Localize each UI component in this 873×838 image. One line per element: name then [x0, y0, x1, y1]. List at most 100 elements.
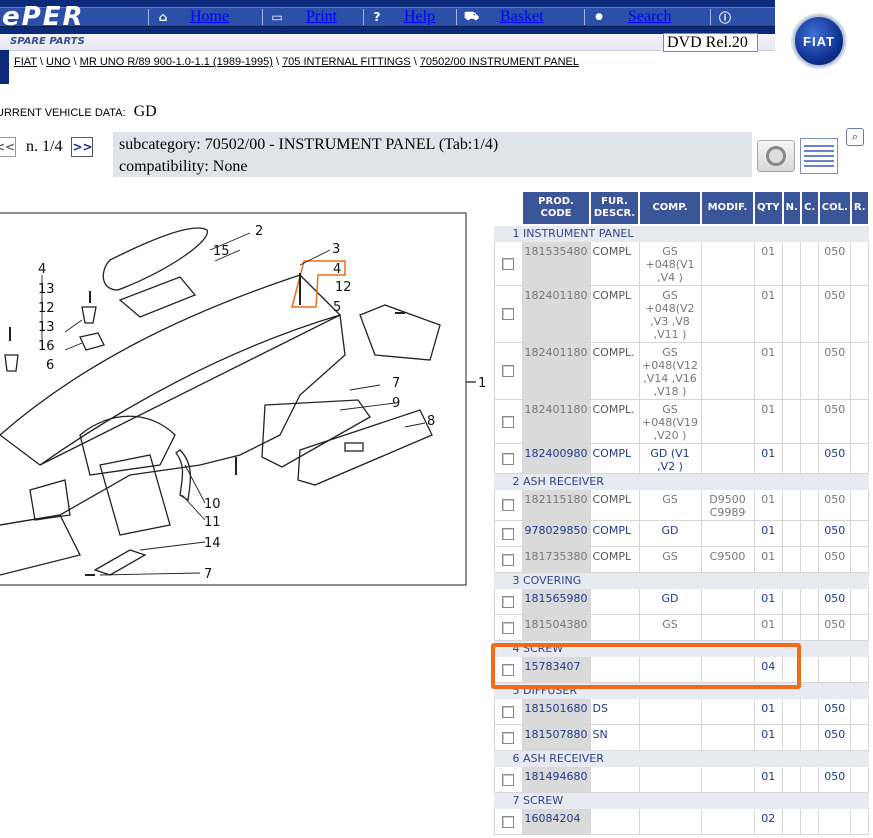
prod-code-cell[interactable]: 182400980: [521, 442, 591, 474]
nav-search-link[interactable]: Search: [628, 8, 672, 26]
clip-13a: [81, 306, 97, 324]
fur-descr-cell: COMPL: [589, 519, 640, 547]
modif-cell: C9500: [700, 545, 755, 573]
nav-separator: [262, 9, 263, 25]
select-checkbox[interactable]: [501, 595, 514, 608]
nav-info[interactable]: ⓘ: [718, 8, 732, 26]
table-row[interactable]: 182115180 COMPL GS D9500 C9989 01 050: [493, 488, 870, 521]
table-row[interactable]: 181565980 GD 01 050: [493, 587, 870, 615]
table-row[interactable]: 182401180 COMPL. GS +048(V12 ,V14 ,V16 ,V1…: [493, 341, 870, 400]
prod-code-cell: 182401180: [521, 341, 591, 400]
group-title: 1 INSTRUMENT PANEL: [493, 224, 870, 242]
table-row[interactable]: 978029850 COMPL GD 01 050: [493, 519, 870, 547]
select-checkbox[interactable]: [501, 257, 514, 270]
comp-cell: GS +048(V1 ,V4 ): [638, 240, 702, 286]
prod-code-cell[interactable]: 16084204: [521, 807, 591, 835]
table-row[interactable]: 182401180 COMPL GS +048(V2 ,V3 ,V8 ,V11 ) 0…: [493, 284, 870, 343]
prod-code-cell[interactable]: 978029850: [521, 519, 591, 547]
nav-home[interactable]: ⌂ Home: [156, 8, 229, 26]
diagram-callout: 12: [335, 280, 352, 295]
breadcrumb-fiat[interactable]: FIAT: [14, 56, 37, 68]
c-cell: [800, 488, 820, 521]
table-row[interactable]: 181504380 GS 01 050: [493, 613, 870, 641]
select-checkbox[interactable]: [501, 308, 514, 320]
nav-print-link[interactable]: Print: [306, 8, 337, 26]
select-checkbox[interactable]: [501, 731, 514, 744]
diagram-callout: 14: [204, 536, 221, 551]
row-select: [493, 240, 523, 286]
vehicle-label: URRENT VEHICLE DATA:: [0, 107, 126, 119]
select-checkbox[interactable]: [501, 553, 514, 566]
prod-code-cell[interactable]: 15783407: [521, 655, 591, 683]
section-bar: SPARE PARTS: [0, 34, 775, 51]
select-checkbox[interactable]: [501, 621, 514, 634]
n-cell: [782, 519, 802, 547]
nav-print[interactable]: ▭ Print: [270, 8, 337, 26]
nav-home-link[interactable]: Home: [190, 8, 229, 26]
glove-box: [261, 399, 371, 468]
n-cell: [782, 240, 802, 286]
nav-search[interactable]: ● Search: [592, 8, 672, 26]
prod-code-cell[interactable]: 181565980: [521, 587, 591, 615]
table-row[interactable]: 181735380 COMPL GS C9500 01 050: [493, 545, 870, 573]
modif-cell: [700, 807, 755, 835]
select-checkbox[interactable]: [501, 452, 514, 465]
table-row[interactable]: 182400980 COMPL GD (V1 ,V2 ) 01 050: [493, 442, 870, 474]
prod-code-cell[interactable]: 181501680: [521, 697, 591, 725]
zoom-icon[interactable]: ⌕: [846, 128, 864, 146]
wheel-icon: [766, 146, 786, 166]
select-checkbox[interactable]: [501, 527, 514, 540]
comp-cell: GS +048(V19 ,V20 ): [638, 398, 702, 444]
table-row[interactable]: 181507880 SN 01 050: [493, 723, 870, 751]
wheel-view-icon[interactable]: [757, 140, 795, 172]
c-cell: [800, 723, 820, 751]
table-row[interactable]: 181501680 DS 01 050: [493, 697, 870, 725]
compatibility-label: compatibility:: [119, 158, 209, 175]
nav-basket[interactable]: ⛟ Basket: [464, 8, 544, 26]
table-row[interactable]: 15783407 04: [493, 655, 870, 683]
group-title: 5 DIFFUSER: [493, 681, 870, 699]
table-group-header: 5 DIFFUSER: [493, 681, 870, 699]
select-checkbox[interactable]: [501, 415, 514, 428]
ash-receiver: [118, 276, 197, 318]
select-checkbox[interactable]: [501, 663, 514, 676]
nav-edge: [0, 50, 9, 84]
table-row[interactable]: 181494680 01 050: [493, 765, 870, 793]
row-select: [493, 697, 523, 725]
select-checkbox[interactable]: [501, 705, 514, 718]
diagram-callout: 2: [255, 224, 263, 239]
row-select: [493, 613, 523, 641]
next-page-button[interactable]: >>: [71, 137, 94, 157]
lower-bracket: [93, 549, 147, 576]
top-nav-bar: ePER ⌂ Home ▭ Print ? Help ⛟ Basket ● Se…: [0, 0, 775, 34]
table-group-header: 7 SCREW: [493, 791, 870, 809]
table-row[interactable]: 16084204 02: [493, 807, 870, 835]
table-view-icon[interactable]: [800, 138, 838, 174]
cluster-hood: [79, 415, 176, 476]
prod-code-cell[interactable]: 181507880: [521, 723, 591, 751]
breadcrumb-table[interactable]: 70502/00 INSTRUMENT PANEL: [420, 56, 579, 68]
nav-help-link[interactable]: Help: [404, 8, 435, 26]
fiat-logo: FIAT: [793, 15, 845, 67]
n-cell: [782, 765, 802, 793]
nav-help[interactable]: ? Help: [370, 8, 436, 26]
select-checkbox[interactable]: [501, 773, 514, 786]
select-checkbox[interactable]: [501, 499, 514, 511]
select-checkbox[interactable]: [501, 365, 514, 377]
table-group-header: 3 COVERING: [493, 571, 870, 589]
prev-page-button[interactable]: <<: [0, 137, 16, 157]
prod-code-cell: 181535480: [521, 240, 591, 286]
info-icon[interactable]: ⓘ: [718, 9, 732, 26]
table-row[interactable]: 182401180 COMPL. GS +048(V19 ,V20 ) 01 050: [493, 398, 870, 444]
prod-code-cell[interactable]: 181494680: [521, 765, 591, 793]
breadcrumb-uno[interactable]: UNO: [46, 56, 70, 68]
breadcrumb-group[interactable]: 705 INTERNAL FITTINGS: [282, 56, 411, 68]
nav-basket-link[interactable]: Basket: [500, 8, 544, 26]
breadcrumb: FIAT \ UNO \ MR UNO R/89 900-1.0-1.1 (19…: [14, 56, 634, 69]
col-cell: 050: [818, 240, 852, 286]
table-row[interactable]: 181535480 COMPL GS +048(V1 ,V4 ) 01 050: [493, 240, 870, 286]
diagram-callout: 11: [204, 515, 221, 530]
select-checkbox[interactable]: [501, 815, 514, 828]
breadcrumb-model[interactable]: MR UNO R/89 900-1.0-1.1 (1989-1995): [80, 56, 273, 68]
col-r: R.: [849, 190, 870, 226]
